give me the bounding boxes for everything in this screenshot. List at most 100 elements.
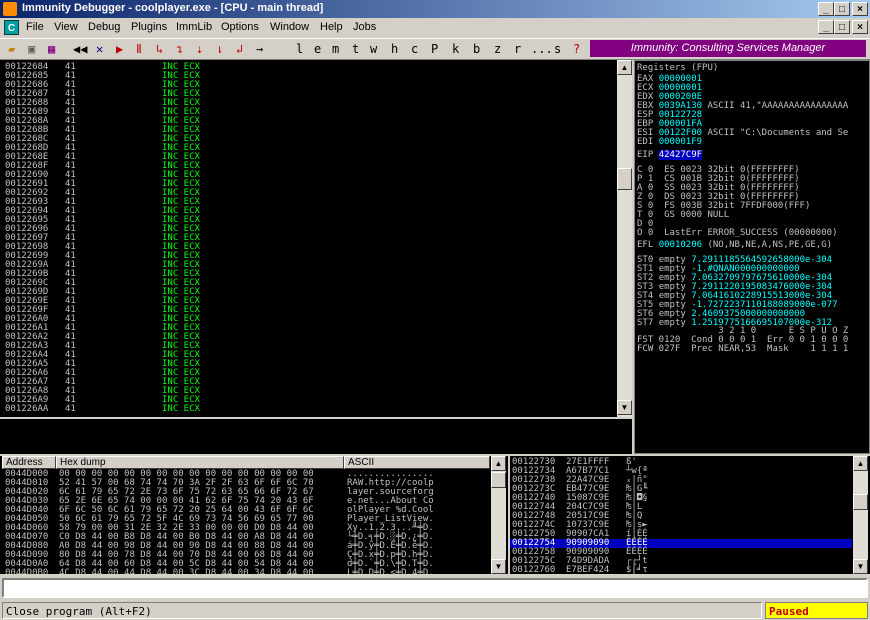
child-restore-button[interactable]: □ xyxy=(834,20,850,34)
register-row[interactable]: EDI 000001F9 xyxy=(637,138,848,147)
dump-row[interactable]: 0044D0B0 4C D8 44 00 44 D8 44 00 3C D8 44… xyxy=(5,568,434,575)
toolbar-z-button[interactable]: z xyxy=(494,41,501,57)
stack-row[interactable]: 0012273C EB477C9E ₧|G╙ xyxy=(510,485,852,494)
trace-over-icon[interactable]: ⇂ xyxy=(216,41,223,57)
disassembly-scrollbar[interactable]: ▲ ▼ xyxy=(617,60,632,417)
toolbar-handles-button[interactable]: h xyxy=(391,41,398,57)
toolbar-source-button[interactable]: s xyxy=(554,41,561,57)
scroll-up-icon[interactable]: ▲ xyxy=(491,456,506,471)
stack-list: 00122730 27E1FFFF ß' 00122734 A67B77C1 ┴w{ª 00… xyxy=(510,458,852,574)
toolbar-cpu-button[interactable]: c xyxy=(411,41,418,57)
scroll-thumb[interactable] xyxy=(491,472,506,488)
dump-pane[interactable]: Address Hex dump ASCII 0044D000 00 00 00 … xyxy=(0,456,508,574)
menu-view[interactable]: View xyxy=(54,21,78,33)
efl-row[interactable]: EFL 00010206 (NO,NB,NE,A,NS,PE,GE,G) xyxy=(637,241,832,250)
scroll-down-icon[interactable]: ▼ xyxy=(853,559,868,574)
toolbar-threads-button[interactable]: t xyxy=(352,41,359,57)
stack-row[interactable]: 00122738 22A47C9E ₓ|ñ" xyxy=(510,476,852,485)
disassembly-hex: 41 xyxy=(65,80,76,90)
toolbar: ▰ ▣ ▦ ◀◀ ✕ ▶ Ⅱ ↳ ↴ ⇣ ⇂ ↲ → l e m t w h c… xyxy=(0,38,870,60)
stack-row[interactable]: 00122734 A67B77C1 ┴w{ª xyxy=(510,467,852,476)
stack-pane[interactable]: 00122730 27E1FFFF ß' 00122734 A67B77C1 ┴w{ª 00… xyxy=(510,456,870,574)
go-to-icon[interactable]: → xyxy=(256,41,263,57)
pause-icon[interactable]: Ⅱ xyxy=(136,41,142,57)
general-registers: EAX 00000001 ECX 00000001 EDX 0000200E EBX … xyxy=(637,75,848,147)
stack-row[interactable]: 00122760 E7BEF424 $⌠╛τ xyxy=(510,565,852,575)
menu-options[interactable]: Options xyxy=(221,21,259,33)
child-close-button[interactable]: × xyxy=(852,20,868,34)
disassembly-hex: 41 xyxy=(65,341,76,351)
open-folder-icon[interactable]: ▰ xyxy=(8,41,15,57)
dump-header-ascii[interactable]: ASCII xyxy=(344,456,490,469)
execute-till-return-icon[interactable]: ↲ xyxy=(236,41,243,57)
toolbar-memory-button[interactable]: m xyxy=(332,41,339,57)
step-over-icon[interactable]: ↴ xyxy=(176,41,183,57)
disassembly-hex: 41 xyxy=(65,161,76,171)
stack-scrollbar[interactable]: ▲ ▼ xyxy=(853,456,868,574)
stack-row[interactable]: 0012274C 10737C9E ₧|s► xyxy=(510,521,852,530)
cpu-window-icon[interactable]: C xyxy=(4,20,19,35)
menu-plugins[interactable]: Plugins xyxy=(131,21,167,33)
stack-row[interactable]: 00122730 27E1FFFF ß' xyxy=(510,458,852,467)
close-button[interactable]: × xyxy=(852,2,868,16)
disassembly-pane[interactable]: 00122684 41 INC ECX 00122685 41 INC ECX 001226… xyxy=(0,60,632,417)
consulting-banner[interactable]: Immunity: Consulting Services Manager xyxy=(590,40,866,57)
stack-value: E7BEF424 xyxy=(566,565,610,575)
restart-icon[interactable]: ▣ xyxy=(28,41,35,57)
stack-row[interactable]: 00122758 90909090 ÉÉÉÉ xyxy=(510,548,852,557)
toolbar-patches-button[interactable]: P xyxy=(431,41,438,57)
close-program-icon[interactable]: ✕ xyxy=(96,41,103,57)
toolbar-call-stack-button[interactable]: k xyxy=(452,41,459,57)
disassembly-hex: 41 xyxy=(65,89,76,99)
menu-debug[interactable]: Debug xyxy=(88,21,120,33)
stack-address: 00122760 xyxy=(512,565,556,575)
toolbar-run-trace-button[interactable]: r xyxy=(514,41,521,57)
trace-into-icon[interactable]: ⇣ xyxy=(196,41,203,57)
stack-row[interactable]: 0012275C 74D9DADA ┌┌┘t xyxy=(510,557,852,566)
command-line-input[interactable] xyxy=(2,578,868,598)
scroll-thumb[interactable] xyxy=(853,494,868,510)
disassembly-row[interactable]: 001226AA 41 INC ECX xyxy=(5,405,200,414)
toolbar-help-button[interactable]: ? xyxy=(573,41,580,57)
stack-row[interactable]: 00122740 15087C9E ₧|◘§ xyxy=(510,494,852,503)
toolbar-executable-modules-button[interactable]: e xyxy=(314,41,321,57)
disassembly-hex: 41 xyxy=(65,323,76,333)
dump-list: 0044D000 00 00 00 00 00 00 00 00 00 00 00… xyxy=(5,470,434,575)
menu-immlib[interactable]: ImmLib xyxy=(176,21,212,33)
eip-row[interactable]: EIP 42427C9F xyxy=(637,150,703,160)
toolbar-log-button[interactable]: l xyxy=(296,41,303,57)
maximize-button[interactable]: □ xyxy=(834,2,850,16)
toolbar-more-button[interactable]: ... xyxy=(531,41,553,57)
toolbar-windows-button[interactable]: w xyxy=(370,41,377,57)
dump-scrollbar[interactable]: ▲ ▼ xyxy=(491,456,506,574)
menu-window[interactable]: Window xyxy=(270,21,309,33)
stack-row[interactable]: 00122744 204C7C9E ₧|L xyxy=(510,503,852,512)
fcw-row: FCW 027F Prec NEAR,53 Mask 1 1 1 1 xyxy=(637,344,849,354)
registers-pane[interactable]: Registers (FPU) EAX 00000001 ECX 00000001… xyxy=(634,60,870,454)
stack-row[interactable]: 00122754 90909090 ÉÉÉÉ xyxy=(510,539,852,548)
menu-help[interactable]: Help xyxy=(320,21,343,33)
info-pane[interactable] xyxy=(0,419,632,454)
stack-row[interactable]: 00122750 90907CA1 í|ÉÉ xyxy=(510,530,852,539)
child-minimize-button[interactable]: _ xyxy=(818,20,834,34)
scroll-thumb[interactable] xyxy=(617,168,632,190)
scroll-up-icon[interactable]: ▲ xyxy=(617,60,632,75)
flag-row[interactable]: O 0 LastErr ERROR_SUCCESS (00000000) xyxy=(637,229,837,238)
step-into-icon[interactable]: ↳ xyxy=(156,41,163,57)
dump-address: 0044D0B0 xyxy=(5,568,49,575)
menu-jobs[interactable]: Jobs xyxy=(353,21,376,33)
dump-header-address[interactable]: Address xyxy=(2,456,56,469)
stack-row[interactable]: 00122748 20517C9E ₧|Q xyxy=(510,512,852,521)
close-file-icon[interactable]: ▦ xyxy=(48,41,55,57)
run-icon[interactable]: ▶ xyxy=(116,41,123,57)
scroll-down-icon[interactable]: ▼ xyxy=(491,559,506,574)
rewind-icon[interactable]: ◀◀ xyxy=(73,41,87,57)
menu-file[interactable]: File xyxy=(26,21,44,33)
minimize-button[interactable]: _ xyxy=(818,2,834,16)
toolbar-breakpoints-button[interactable]: b xyxy=(473,41,480,57)
dump-header-hex[interactable]: Hex dump xyxy=(56,456,344,469)
scroll-up-icon[interactable]: ▲ xyxy=(853,456,868,471)
disassembly-hex: 41 xyxy=(65,242,76,252)
scroll-down-icon[interactable]: ▼ xyxy=(617,400,632,415)
flag-row[interactable]: T 0 GS 0000 NULL xyxy=(637,211,837,220)
